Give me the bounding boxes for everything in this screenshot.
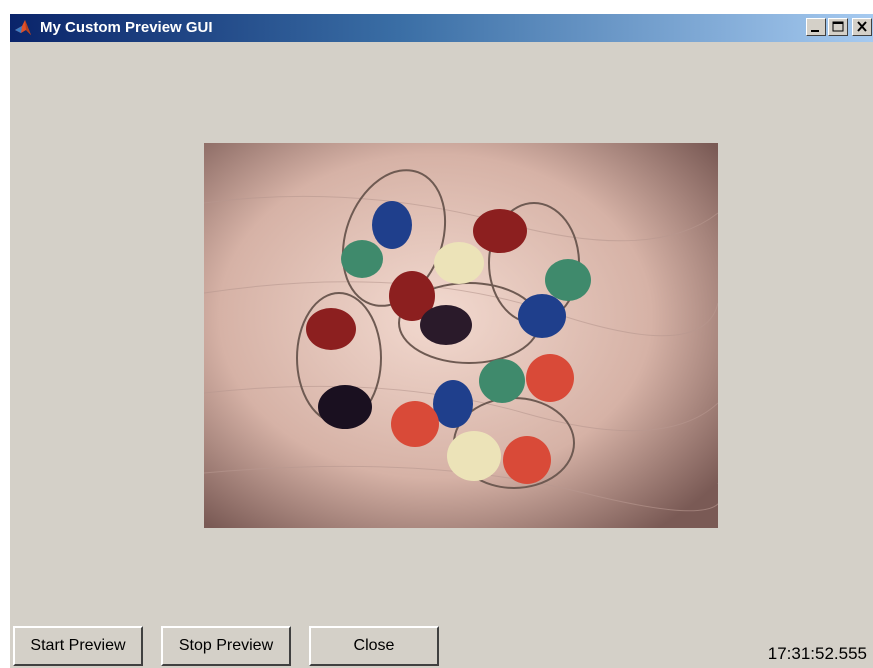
stop-preview-button[interactable]: Stop Preview — [161, 626, 291, 666]
maximize-button[interactable] — [828, 18, 848, 36]
timestamp-label: 17:31:52.555 — [767, 644, 867, 663]
minimize-icon — [811, 30, 819, 32]
window-title: My Custom Preview GUI — [40, 19, 213, 36]
maximize-icon — [832, 21, 844, 32]
app-window: My Custom Preview GUI Start Preview Stop… — [10, 14, 873, 668]
video-preview-image — [204, 143, 718, 528]
close-icon — [857, 21, 867, 32]
close-button[interactable]: Close — [309, 626, 439, 666]
start-preview-button[interactable]: Start Preview — [13, 626, 143, 666]
matlab-logo-icon — [13, 18, 33, 38]
minimize-button[interactable] — [806, 18, 826, 36]
title-bar[interactable]: My Custom Preview GUI — [10, 14, 873, 42]
close-window-button[interactable] — [852, 18, 872, 36]
